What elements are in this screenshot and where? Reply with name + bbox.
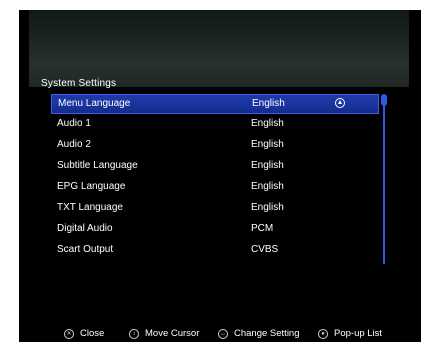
- setting-label: Subtitle Language: [57, 160, 138, 171]
- scrollbar-thumb[interactable]: [381, 94, 387, 106]
- setting-label: EPG Language: [57, 181, 126, 192]
- setting-row-audio-1[interactable]: Audio 1 English: [51, 114, 379, 135]
- setting-row-epg-language[interactable]: EPG Language English: [51, 177, 379, 198]
- setting-value: English: [251, 202, 284, 213]
- page-title: System Settings: [41, 78, 117, 89]
- setting-label: TXT Language: [57, 202, 123, 213]
- settings-list: Menu Language English Audio 1 English Au…: [51, 94, 379, 261]
- ok-key-icon: ●: [318, 328, 328, 339]
- hint-change-setting-label: Change Setting: [234, 328, 300, 339]
- footer-hints: ✕ Close ↕ Move Cursor ↔ Change Setting ●…: [19, 328, 421, 344]
- setting-row-subtitle-language[interactable]: Subtitle Language English: [51, 156, 379, 177]
- hint-popup-list-label: Pop-up List: [334, 328, 383, 339]
- exit-key-icon: ✕: [64, 328, 74, 339]
- popup-list-icon: [335, 98, 345, 108]
- setting-value: PCM: [251, 223, 274, 234]
- setting-row-audio-2[interactable]: Audio 2 English: [51, 135, 379, 156]
- setting-value: CVBS: [251, 244, 279, 255]
- hint-close: ✕ Close: [64, 328, 104, 339]
- hint-move-cursor-label: Move Cursor: [145, 328, 200, 339]
- setting-value: English: [252, 98, 285, 109]
- setting-label: Menu Language: [58, 98, 131, 109]
- setting-label: Audio 1: [57, 118, 91, 129]
- setting-value: English: [251, 181, 284, 192]
- setting-label: Audio 2: [57, 139, 91, 150]
- scrollbar-track[interactable]: [383, 96, 385, 264]
- setting-label: Digital Audio: [57, 223, 113, 234]
- setting-row-digital-audio[interactable]: Digital Audio PCM: [51, 219, 379, 240]
- hint-move-cursor: ↕ Move Cursor: [129, 328, 199, 339]
- arrows-key-icon: ↕: [129, 328, 139, 339]
- setting-row-menu-language[interactable]: Menu Language English: [51, 94, 379, 114]
- hint-change-setting: ↔ Change Setting: [218, 328, 300, 339]
- header-band: [29, 10, 409, 87]
- setting-label: Scart Output: [57, 244, 114, 255]
- setting-value: English: [251, 118, 284, 129]
- left-right-key-icon: ↔: [218, 328, 228, 339]
- screen: System Settings Menu Language English Au…: [0, 0, 430, 344]
- hint-popup-list: ● Pop-up List: [318, 328, 382, 339]
- setting-value: English: [251, 139, 284, 150]
- setting-row-txt-language[interactable]: TXT Language English: [51, 198, 379, 219]
- tv-display: System Settings Menu Language English Au…: [19, 10, 421, 342]
- setting-row-scart-output[interactable]: Scart Output CVBS: [51, 240, 379, 261]
- setting-value: English: [251, 160, 284, 171]
- hint-close-label: Close: [80, 328, 105, 339]
